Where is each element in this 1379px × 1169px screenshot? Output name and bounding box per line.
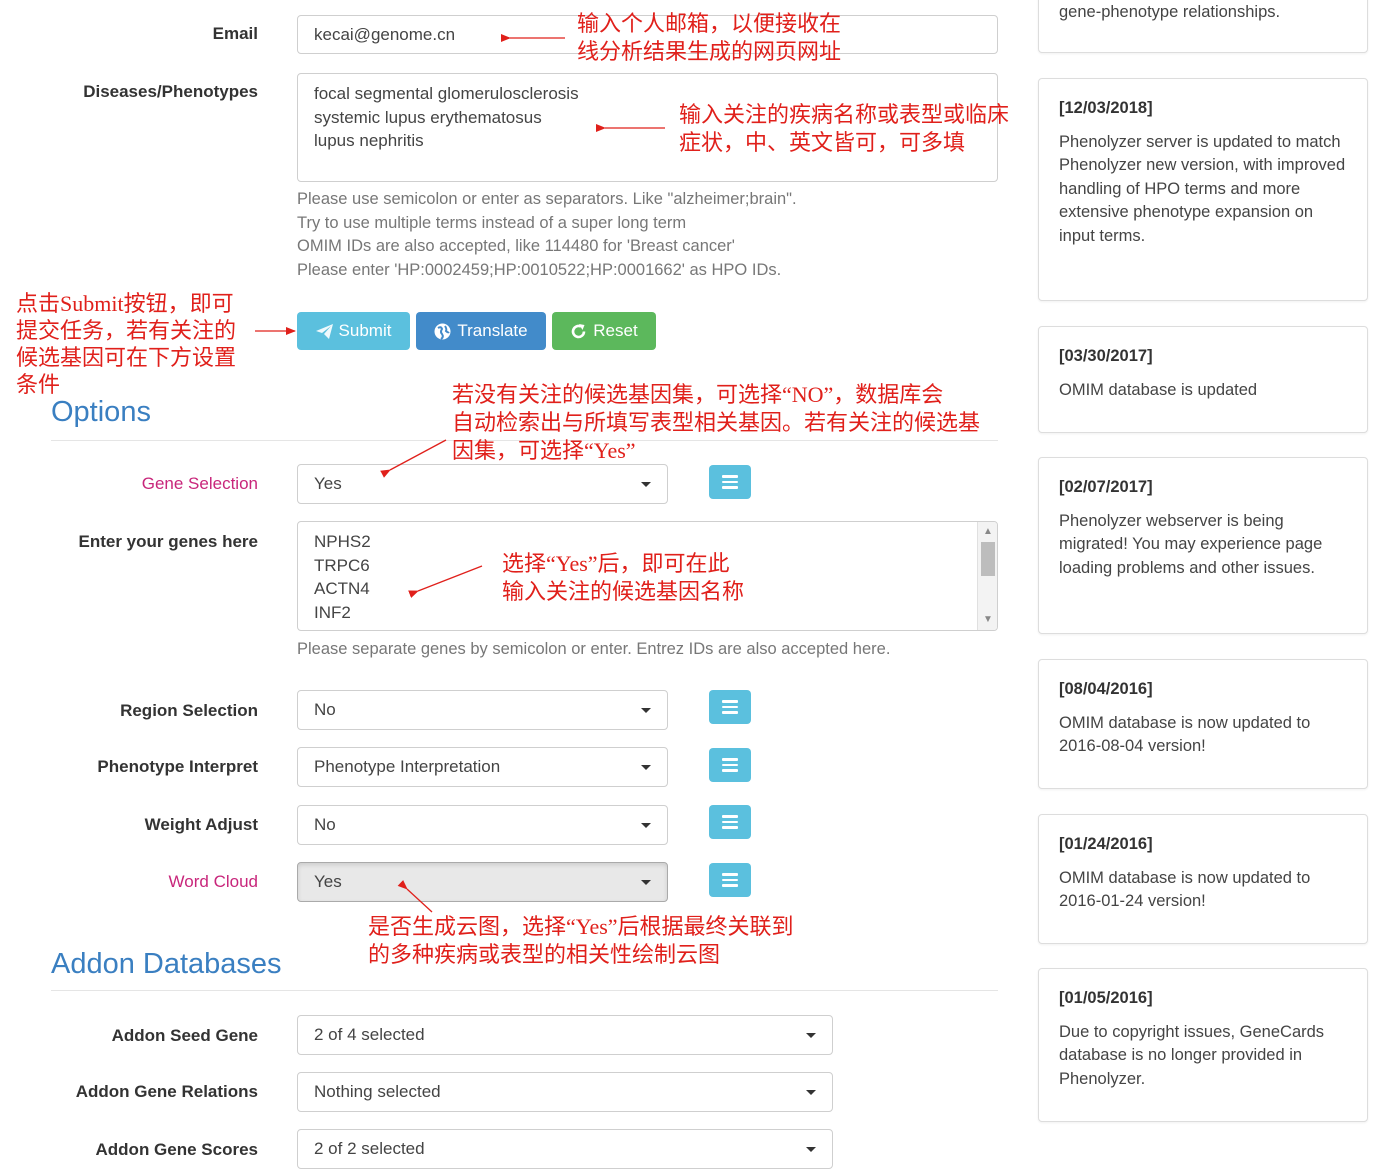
- arrow: [408, 565, 483, 599]
- annotation-line: 提交任务，若有关注的: [16, 318, 237, 343]
- annotation-line: 候选基因可在下方设置: [16, 345, 237, 370]
- annotation-word-cloud: 是否生成云图，选择“Yes”后根据最终关联到 的多种疾病或表型的相关性绘制云图: [368, 913, 794, 969]
- annotation-line: 若没有关注的候选基因集，可选择“NO”，数据库会: [452, 382, 944, 407]
- annotation-line: 输入关注的候选基因名称: [502, 579, 745, 604]
- annotation-email: 输入个人邮箱，以便接收在 线分析结果生成的网页网址: [577, 10, 841, 66]
- annotation-line: 条件: [16, 372, 61, 397]
- annotation-line: 线分析结果生成的网页网址: [577, 39, 842, 64]
- annotation-genes: 选择“Yes”后，即可在此 输入关注的候选基因名称: [502, 550, 744, 606]
- annotation-line: 选择“Yes”后，即可在此: [502, 551, 730, 576]
- annotation-line: 自动检索出与所填写表型相关基因。若有关注的候选基: [452, 410, 981, 435]
- arrow: [380, 439, 447, 478]
- annotation-line: 症状，中、英文皆可，可多填: [679, 130, 966, 155]
- annotation-line: 的多种疾病或表型的相关性绘制云图: [368, 942, 721, 967]
- annotation-line: 是否生成云图，选择“Yes”后根据最终关联到: [368, 914, 794, 939]
- annotation-submit: 点击Submit按钮，即可 提交任务，若有关注的 候选基因可在下方设置 条件: [16, 290, 236, 398]
- annotation-line: 输入个人邮箱，以便接收在: [577, 11, 842, 36]
- annotation-line: 点击Submit按钮，即可: [16, 291, 234, 316]
- arrow: [397, 879, 433, 913]
- annotation-line: 输入关注的疾病名称或表型或临床: [679, 102, 1010, 127]
- annotation-gene-selection: 若没有关注的候选基因集，可选择“NO”，数据库会 自动检索出与所填写表型相关基因…: [452, 381, 980, 465]
- annotation-diseases: 输入关注的疾病名称或表型或临床 症状，中、英文皆可，可多填: [679, 101, 1009, 157]
- annotation-line: 因集，可选择“Yes”: [452, 438, 636, 463]
